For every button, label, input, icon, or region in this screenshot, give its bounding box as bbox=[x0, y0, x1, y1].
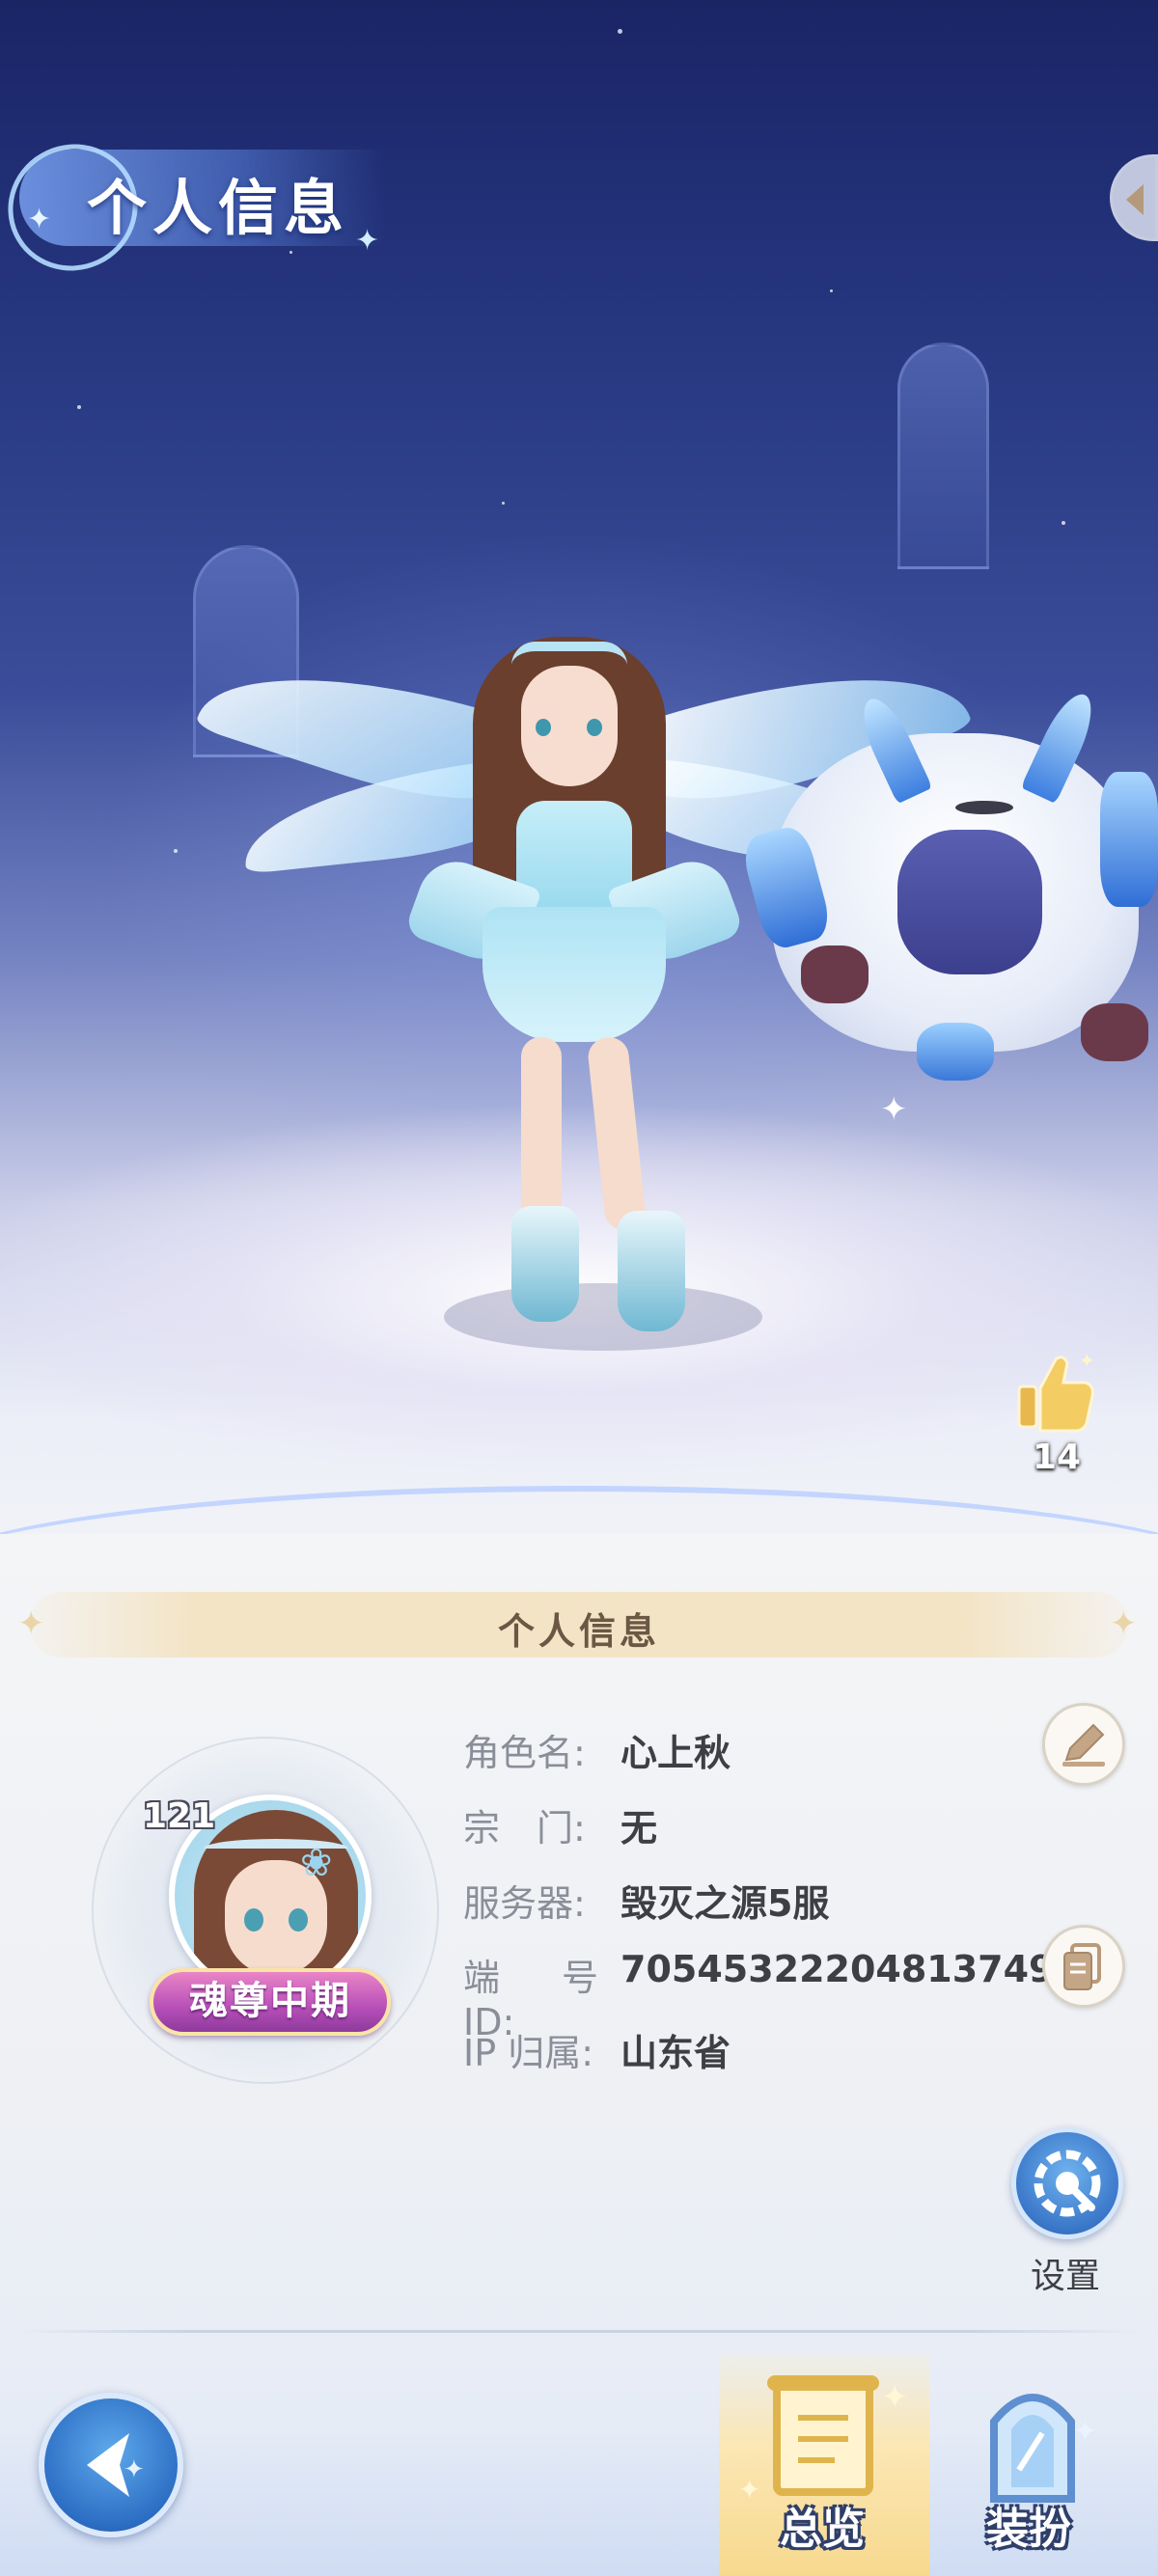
star-decoration bbox=[830, 289, 833, 292]
star-decoration bbox=[174, 849, 178, 853]
info-label-ip: IP 归属: bbox=[463, 2032, 594, 2074]
svg-text:✦: ✦ bbox=[738, 2474, 760, 2506]
settings-button[interactable] bbox=[1011, 2127, 1123, 2239]
pencil-icon bbox=[1062, 1723, 1105, 1767]
copy-icon bbox=[1063, 1943, 1101, 1990]
info-value-name: 心上秋 bbox=[620, 1732, 731, 1774]
player-level: 121 bbox=[143, 1796, 216, 1836]
star-decoration bbox=[502, 502, 505, 505]
sparkle-icon: ✦ bbox=[355, 224, 380, 258]
tab-dress-up-label: 装扮 bbox=[986, 2505, 1071, 2554]
footer-divider bbox=[19, 2330, 1139, 2333]
sparkle-icon: ✦ bbox=[880, 1090, 908, 1129]
star-decoration bbox=[290, 251, 292, 254]
castle-window bbox=[897, 343, 989, 569]
back-arrow-icon: ✦ bbox=[87, 2433, 145, 2497]
svg-text:✦: ✦ bbox=[1073, 2415, 1097, 2449]
info-value-server: 毁灭之源5服 bbox=[620, 1882, 830, 1925]
star-decoration bbox=[618, 29, 622, 34]
sparkle-icon: ✦ bbox=[27, 203, 52, 236]
page-title: 个人信息 bbox=[87, 173, 350, 243]
flower-hair-icon: ❀ bbox=[300, 1841, 333, 1885]
thumbs-up-icon: ✦ bbox=[1017, 1349, 1095, 1433]
info-value-sect: 无 bbox=[620, 1807, 658, 1850]
back-button[interactable]: ✦ bbox=[39, 2393, 183, 2537]
svg-text:✦: ✦ bbox=[124, 2455, 145, 2484]
star-decoration bbox=[77, 405, 81, 409]
character-shadow bbox=[444, 1283, 762, 1351]
svg-text:✦: ✦ bbox=[881, 2378, 909, 2417]
svg-text:✦: ✦ bbox=[1079, 1349, 1095, 1372]
star-decoration bbox=[1062, 521, 1065, 525]
edit-name-button[interactable] bbox=[1042, 1703, 1125, 1786]
rank-badge: 魂尊中期 bbox=[150, 1968, 391, 2036]
info-value-ip: 山东省 bbox=[620, 2032, 731, 2074]
like-count: 14 bbox=[1033, 1438, 1082, 1477]
info-value-id: 70545322204813749 bbox=[620, 1948, 1055, 1990]
info-label-name: 角色名: bbox=[463, 1732, 586, 1774]
settings-label: 设置 bbox=[1031, 2257, 1101, 2296]
info-label-sect: 宗 门: bbox=[463, 1807, 586, 1850]
section-title: 个人信息 bbox=[497, 1610, 660, 1653]
tab-overview-label: 总览 bbox=[780, 2505, 865, 2554]
copy-id-button[interactable] bbox=[1042, 1925, 1125, 2008]
gear-icon bbox=[1034, 2150, 1101, 2217]
info-label-server: 服务器: bbox=[463, 1882, 586, 1925]
